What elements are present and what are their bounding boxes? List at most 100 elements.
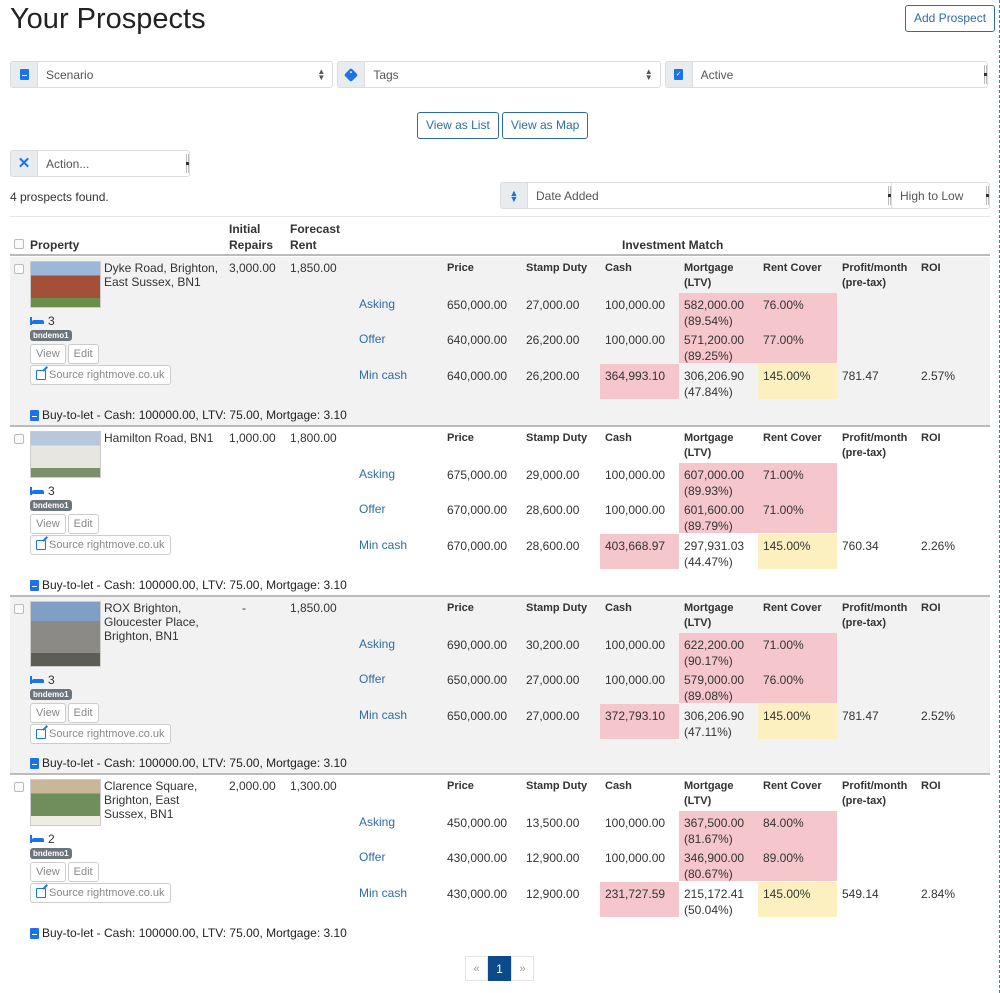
- col-mortgage-2: (LTV): [684, 795, 712, 807]
- property-thumbnail[interactable]: [30, 431, 101, 478]
- view-as-list-button[interactable]: View as List: [417, 112, 499, 139]
- scenario-row-offer[interactable]: Offer: [359, 850, 385, 864]
- col-mortgage-1: Mortgage: [684, 602, 734, 614]
- view-button[interactable]: View: [30, 703, 66, 723]
- ltv-value: (89.25%): [684, 349, 733, 363]
- prospect-checkbox[interactable]: [14, 434, 24, 444]
- scenario-row-offer[interactable]: Offer: [359, 502, 385, 516]
- scenario-select[interactable]: Scenario ▲ ▼: [37, 61, 334, 88]
- mortgage-value: 297,931.03: [684, 539, 745, 553]
- select-all-checkbox[interactable]: [14, 239, 24, 249]
- ltv-value: (81.67%): [684, 832, 733, 846]
- price-value: 670,000.00: [447, 539, 508, 553]
- tags-filter[interactable]: Tags ▲ ▼: [337, 61, 661, 88]
- source-link-button[interactable]: Source rightmove.co.uk: [30, 724, 171, 744]
- col-profit-1: Profit/month: [842, 262, 908, 274]
- cell-cash: 100,000.00: [600, 463, 679, 498]
- scenario-row-min-cash[interactable]: Min cash: [359, 368, 407, 382]
- cell-roi: 2.84%: [916, 882, 995, 917]
- view-as-map-button[interactable]: View as Map: [501, 112, 589, 139]
- source-link-button[interactable]: Source rightmove.co.uk: [30, 535, 171, 555]
- price-value: 640,000.00: [447, 369, 508, 383]
- action-select[interactable]: Action...: [37, 150, 190, 177]
- sort-field-value: Date Added: [536, 188, 599, 203]
- cell-rent-cover: 76.00%: [758, 668, 837, 703]
- mortgage-value: 579,000.00: [684, 673, 745, 687]
- cell-mortgage: 306,206.90 (47.84%): [679, 364, 758, 399]
- bedrooms: 2: [30, 832, 55, 846]
- edit-button[interactable]: Edit: [67, 514, 99, 534]
- scenario-row-min-cash[interactable]: Min cash: [359, 708, 407, 722]
- pagination-page-1[interactable]: 1: [488, 956, 511, 981]
- cash-value: 372,793.10: [605, 709, 666, 723]
- col-roi: ROI: [921, 780, 941, 792]
- col-stamp-duty: Stamp Duty: [526, 780, 588, 792]
- scenario-row-offer[interactable]: Offer: [359, 672, 385, 686]
- sort-icon: ▲ ▼: [509, 187, 519, 204]
- cash-value: 100,000.00: [605, 851, 666, 865]
- cell-price: 430,000.00: [442, 882, 521, 917]
- col-profit: Profit/month (pre-tax): [842, 261, 907, 291]
- view-button[interactable]: View: [30, 862, 66, 882]
- bedrooms: 3: [30, 484, 55, 498]
- external-link-icon: [36, 540, 46, 550]
- prospect-actions: View Edit: [30, 344, 99, 364]
- property-thumbnail[interactable]: [30, 601, 101, 667]
- scenario-row-asking[interactable]: Asking: [359, 297, 395, 311]
- view-button[interactable]: View: [30, 514, 66, 534]
- tags-select[interactable]: Tags ▲ ▼: [364, 61, 661, 88]
- prospect-checkbox[interactable]: [14, 264, 24, 274]
- stamp-duty-value: 27,000.00: [526, 298, 580, 312]
- col-profit-1: Profit/month: [842, 780, 908, 792]
- action-addon: ✕: [10, 150, 37, 177]
- prospect-actions: View Edit: [30, 703, 99, 723]
- cell-mortgage: 582,000.00 (89.54%): [679, 293, 758, 328]
- source-label: Source rightmove.co.uk: [49, 539, 165, 551]
- status-select[interactable]: Active: [691, 61, 988, 88]
- bedroom-count: 2: [48, 832, 55, 846]
- ltv-value: (89.93%): [684, 484, 733, 498]
- edit-button[interactable]: Edit: [67, 703, 99, 723]
- cell-cash: 100,000.00: [600, 846, 679, 881]
- edit-button[interactable]: Edit: [67, 344, 99, 364]
- pagination-prev[interactable]: «: [465, 956, 488, 981]
- scenario-book-icon: [30, 927, 39, 939]
- sort-field-select[interactable]: Date Added: [527, 182, 892, 209]
- price-value: 650,000.00: [447, 298, 508, 312]
- dropdown-caret-icon: [986, 186, 989, 205]
- pagination-next[interactable]: »: [511, 956, 534, 981]
- cell-stamp-duty: 12,900.00: [521, 846, 600, 881]
- cell-mortgage: 607,000.00 (89.93%): [679, 463, 758, 498]
- col-mortgage: Mortgage (LTV): [684, 431, 734, 461]
- col-profit-2: (pre-tax): [842, 447, 887, 459]
- ltv-value: (89.08%): [684, 689, 733, 703]
- cell-price: 690,000.00: [442, 633, 521, 668]
- scenario-row-offer[interactable]: Offer: [359, 332, 385, 346]
- action-dropdown[interactable]: ✕ Action...: [10, 150, 190, 177]
- sort-order-select[interactable]: High to Low: [892, 182, 990, 209]
- status-filter[interactable]: ✓ Active: [664, 61, 988, 88]
- cell-profit: 781.47: [837, 704, 916, 739]
- bedroom-count: 3: [48, 673, 55, 687]
- prospect-checkbox[interactable]: [14, 782, 24, 792]
- source-link-button[interactable]: Source rightmove.co.uk: [30, 883, 171, 903]
- scenario-book-icon: [30, 757, 39, 769]
- forecast-rent: 1,300.00: [290, 779, 337, 793]
- view-toggle: View as List View as Map: [417, 112, 589, 139]
- scenario-filter[interactable]: Scenario ▲ ▼: [10, 61, 334, 88]
- prospect-checkbox[interactable]: [14, 604, 24, 614]
- scenario-row-min-cash[interactable]: Min cash: [359, 886, 407, 900]
- cell-mortgage: 215,172.41 (50.04%): [679, 882, 758, 917]
- scenario-row-asking[interactable]: Asking: [359, 637, 395, 651]
- property-thumbnail[interactable]: [30, 779, 101, 826]
- scenario-row-min-cash[interactable]: Min cash: [359, 538, 407, 552]
- add-prospect-button[interactable]: Add Prospect: [905, 5, 996, 32]
- scenario-row-asking[interactable]: Asking: [359, 467, 395, 481]
- view-button[interactable]: View: [30, 344, 66, 364]
- scenario-row-asking[interactable]: Asking: [359, 815, 395, 829]
- bed-icon: [30, 835, 44, 843]
- property-thumbnail[interactable]: [30, 261, 101, 308]
- edit-button[interactable]: Edit: [67, 862, 99, 882]
- property-address: ROX Brighton, Gloucester Place, Brighton…: [104, 601, 199, 643]
- source-link-button[interactable]: Source rightmove.co.uk: [30, 365, 171, 385]
